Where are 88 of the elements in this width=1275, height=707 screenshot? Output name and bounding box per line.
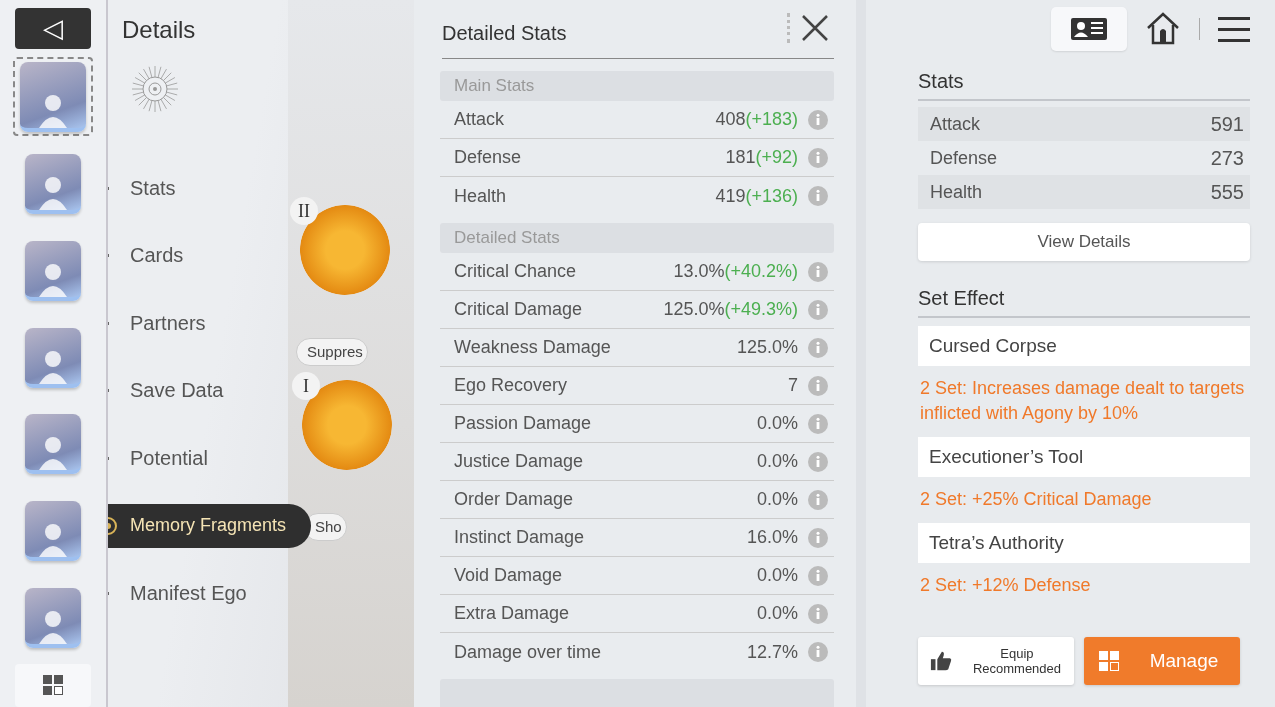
view-details-button[interactable]: View Details	[918, 223, 1250, 261]
stat-name: Extra Damage	[454, 603, 571, 624]
stat-value: 181(+92)	[725, 147, 798, 168]
info-icon[interactable]	[808, 489, 828, 510]
set-effect-text: 2 Set: Increases damage dealt to targets inflicted with Agony by 10%	[919, 377, 1246, 425]
info-icon[interactable]	[808, 337, 828, 358]
stat-value: 125.0%	[736, 337, 798, 358]
info-icon[interactable]	[808, 565, 828, 586]
info-icon[interactable]	[808, 527, 828, 548]
grid-icon	[1098, 650, 1120, 672]
stat-name: Attack	[930, 113, 981, 135]
stat-value: 555	[1210, 180, 1244, 204]
stat-name: Order Damage	[454, 489, 575, 510]
stat-name: Defense	[454, 147, 523, 168]
info-icon[interactable]	[808, 413, 828, 434]
info-icon[interactable]	[808, 186, 828, 206]
set-name: Tetra’s Authority	[918, 523, 1250, 563]
stat-name: Health	[930, 181, 983, 203]
info-icon[interactable]	[808, 603, 828, 624]
set-effect-text: 2 Set: +25% Critical Damage	[919, 488, 1153, 511]
slot-numeral: I	[292, 372, 320, 400]
info-icon[interactable]	[808, 451, 828, 472]
info-icon[interactable]	[808, 261, 828, 282]
stat-name: Ego Recovery	[454, 375, 569, 396]
thumbs-up-icon	[930, 650, 952, 672]
stat-value: 591	[1210, 112, 1244, 136]
stat-value: 408(+183)	[715, 109, 798, 130]
stat-value: 125.0%(+49.3%)	[663, 299, 798, 320]
nav-item[interactable]: Save Data	[108, 368, 224, 413]
stat-value: 0.0%	[756, 451, 798, 472]
stat-value: 0.0%	[756, 565, 798, 586]
back-button[interactable]: ◁	[15, 8, 91, 50]
stat-name: Critical Damage	[454, 299, 584, 320]
stat-value: 0.0%	[756, 603, 798, 624]
set-name: Cursed Corpse	[918, 326, 1250, 366]
info-icon[interactable]	[808, 642, 828, 662]
info-icon[interactable]	[808, 109, 828, 130]
character-avatar[interactable]	[20, 61, 86, 132]
section-header: Detailed Stats	[440, 223, 834, 253]
section-title: Set Effect	[918, 287, 1250, 318]
info-icon[interactable]	[808, 147, 828, 168]
nav-item[interactable]: Manifest Ego	[108, 571, 247, 615]
stat-name: Weakness Damage	[454, 337, 612, 358]
nav-item[interactable]: Memory Fragments	[108, 503, 311, 548]
stat-value: 273	[1210, 146, 1244, 170]
stat-value: 12.7%	[746, 641, 798, 663]
nav-item[interactable]: Potential	[108, 436, 208, 480]
stat-name: Critical Chance	[454, 261, 578, 282]
slot-tag[interactable]: Suppres	[296, 338, 368, 366]
stat-value: 0.0%	[756, 413, 798, 434]
stat-name: Health	[454, 185, 508, 207]
character-avatar[interactable]	[25, 588, 81, 649]
page-title: Details	[122, 16, 197, 44]
character-avatar[interactable]	[25, 240, 81, 301]
nav-item[interactable]: Cards	[108, 233, 184, 278]
stat-value: 419(+136)	[715, 185, 798, 207]
set-name: Executioner’s Tool	[918, 437, 1250, 477]
panel-title: Detailed Stats	[442, 21, 567, 45]
section-header: Main Stats	[440, 71, 834, 101]
stat-value: 13.0%(+40.2%)	[673, 261, 798, 282]
stat-value: 16.0%	[746, 527, 798, 548]
nav-item[interactable]: Partners	[108, 301, 206, 345]
info-icon[interactable]	[808, 299, 828, 320]
grid-icon	[42, 674, 64, 697]
character-avatar[interactable]	[25, 153, 81, 214]
character-avatar[interactable]	[25, 501, 81, 562]
section-title: Stats	[918, 70, 1250, 101]
stat-value: 7	[788, 375, 798, 396]
stat-name: Instinct Damage	[454, 527, 586, 548]
slot-numeral: II	[290, 197, 318, 225]
sun-emblem-icon	[130, 64, 180, 114]
close-icon[interactable]	[787, 13, 830, 43]
character-avatar[interactable]	[25, 414, 81, 475]
id-card-icon	[1071, 18, 1107, 40]
stat-name: Defense	[930, 147, 998, 169]
character-avatar[interactable]	[25, 327, 81, 388]
stat-name: Justice Damage	[454, 451, 585, 472]
nav-item[interactable]: Stats	[108, 166, 176, 210]
info-icon[interactable]	[808, 375, 828, 396]
stat-name: Void Damage	[454, 565, 564, 586]
equip-recommended-button[interactable]: Equip Recommended	[918, 637, 1074, 685]
profile-card-button[interactable]	[1051, 7, 1127, 51]
set-effect-text: 2 Set: +12% Defense	[919, 574, 1092, 597]
grid-view-button[interactable]	[15, 663, 91, 707]
stat-value: 0.0%	[756, 489, 798, 510]
stat-name: Passion Damage	[454, 413, 593, 434]
stat-name: Attack	[454, 109, 506, 130]
stat-name: Damage over time	[454, 641, 603, 663]
